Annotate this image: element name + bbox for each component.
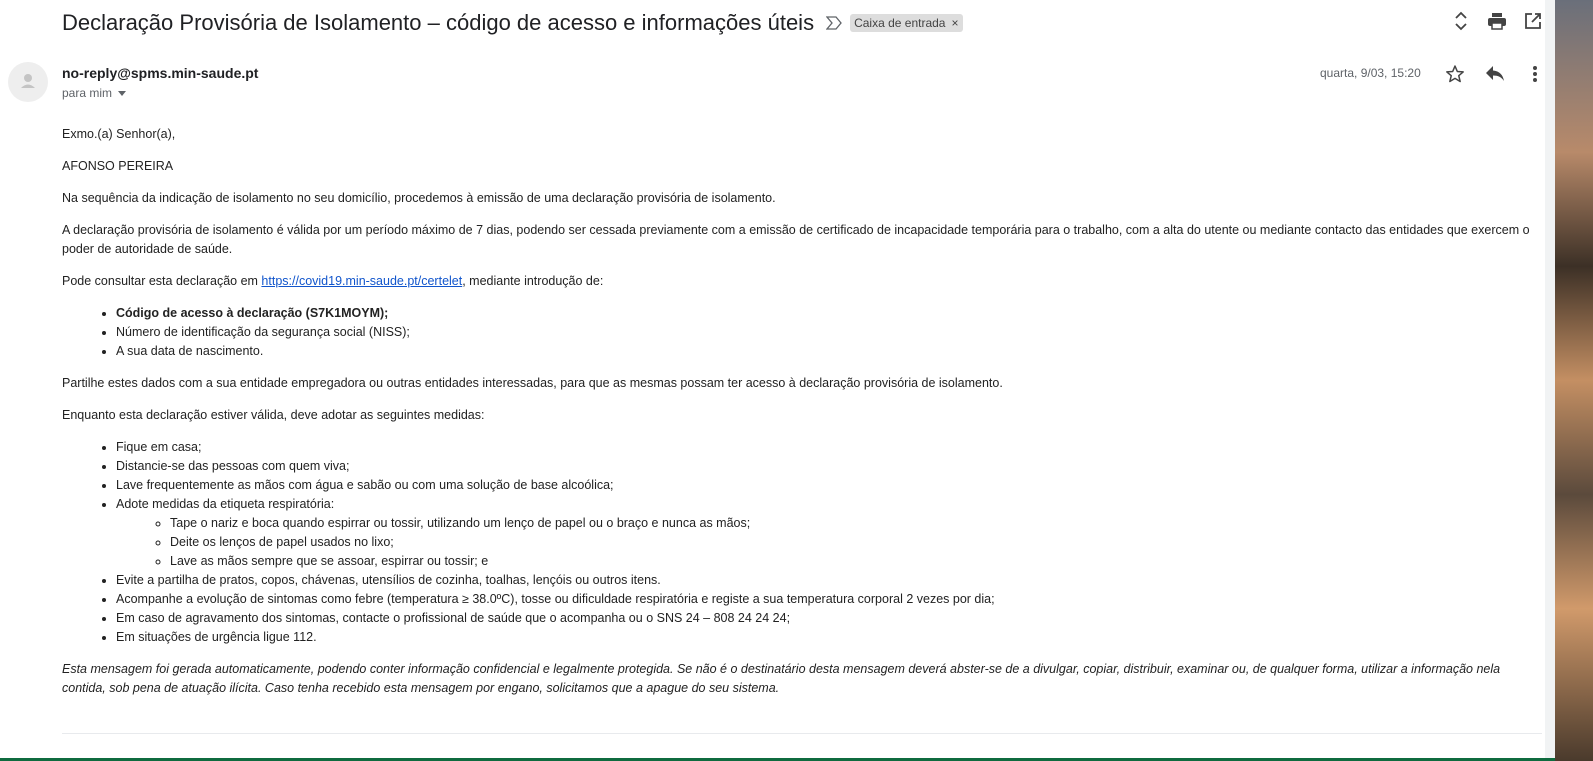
disclaimer: Esta mensagem foi gerada automaticamente… xyxy=(62,662,1501,695)
list-item: Acompanhe a evolução de sintomas como fe… xyxy=(116,590,1537,609)
sublist-item: Lave as mãos sempre que se assoar, espir… xyxy=(170,552,1537,571)
paragraph-validity: A declaração provisória de isolamento é … xyxy=(62,223,1530,256)
important-marker-icon[interactable] xyxy=(825,16,842,30)
remove-label-button[interactable]: × xyxy=(951,16,958,30)
email-view: Declaração Provisória de Isolamento – có… xyxy=(0,0,1545,758)
email-subject: Declaração Provisória de Isolamento – có… xyxy=(62,10,815,35)
show-details-caret-icon[interactable] xyxy=(118,90,127,96)
more-vert-icon[interactable] xyxy=(1523,62,1547,86)
list-item-respiratory: Adote medidas da etiqueta respiratória: … xyxy=(116,495,1537,571)
sublist-item: Tape o nariz e boca quando espirrar ou t… xyxy=(170,514,1537,533)
subject-row: Declaração Provisória de Isolamento – có… xyxy=(62,8,963,38)
recipient-label: para mim xyxy=(62,86,113,100)
list-item: Lave frequentemente as mãos com água e s… xyxy=(116,476,1537,495)
paragraph-consult: Pode consultar esta declaração em https:… xyxy=(62,272,1537,291)
list-item: Fique em casa; xyxy=(116,438,1537,457)
certelet-link[interactable]: https://covid19.min-saude.pt/certelet xyxy=(261,274,462,288)
open-in-new-window-icon[interactable] xyxy=(1522,10,1544,32)
measures-list: Fique em casa; Distancie-se das pessoas … xyxy=(62,438,1537,647)
list-item: Distancie-se das pessoas com quem viva; xyxy=(116,457,1537,476)
consult-text-before: Pode consultar esta declaração em xyxy=(62,274,262,288)
paragraph-intro: Na sequência da indicação de isolamento … xyxy=(62,191,776,205)
consult-text-after: , mediante introdução de: xyxy=(462,274,604,288)
desktop-wallpaper-strip xyxy=(1555,0,1593,761)
recipient-name: AFONSO PEREIRA xyxy=(62,159,174,173)
avatar-icon xyxy=(8,62,48,102)
print-icon[interactable] xyxy=(1486,10,1508,32)
list-item-access-code: Código de acesso à declaração (S7K1MOYM)… xyxy=(116,304,1537,323)
expand-collapse-icon[interactable] xyxy=(1450,10,1472,32)
star-icon[interactable] xyxy=(1443,62,1467,86)
reply-icon[interactable] xyxy=(1483,62,1507,86)
label-chip-text: Caixa de entrada xyxy=(854,16,946,30)
label-chip-inbox: Caixa de entrada × xyxy=(850,14,963,32)
divider xyxy=(62,733,1542,734)
list-item: Evite a partilha de pratos, copos, cháve… xyxy=(116,571,1537,590)
paragraph-share: Partilhe estes dados com a sua entidade … xyxy=(62,376,1003,390)
respiratory-sublist: Tape o nariz e boca quando espirrar ou t… xyxy=(116,514,1537,571)
list-item: Em situações de urgência ligue 112. xyxy=(116,628,1537,647)
message-actions xyxy=(1443,62,1547,86)
recipient-line: para mim xyxy=(62,86,127,100)
thread-actions xyxy=(1450,10,1544,32)
paragraph-measures-intro: Enquanto esta declaração estiver válida,… xyxy=(62,408,485,422)
sender-address[interactable]: no-reply@spms.min-saude.pt xyxy=(62,65,258,81)
list-item-birthdate: A sua data de nascimento. xyxy=(116,342,1537,361)
window-edge xyxy=(1545,0,1555,761)
greeting: Exmo.(a) Senhor(a), xyxy=(62,127,176,141)
list-item-text: Adote medidas da etiqueta respiratória: xyxy=(116,497,335,511)
email-body: Exmo.(a) Senhor(a), AFONSO PEREIRA Na se… xyxy=(62,125,1537,711)
email-date: quarta, 9/03, 15:20 xyxy=(1320,66,1421,80)
sublist-item: Deite os lenços de papel usados no lixo; xyxy=(170,533,1537,552)
list-item: Em caso de agravamento dos sintomas, con… xyxy=(116,609,1537,628)
list-item-niss: Número de identificação da segurança soc… xyxy=(116,323,1537,342)
access-data-list: Código de acesso à declaração (S7K1MOYM)… xyxy=(62,304,1537,361)
